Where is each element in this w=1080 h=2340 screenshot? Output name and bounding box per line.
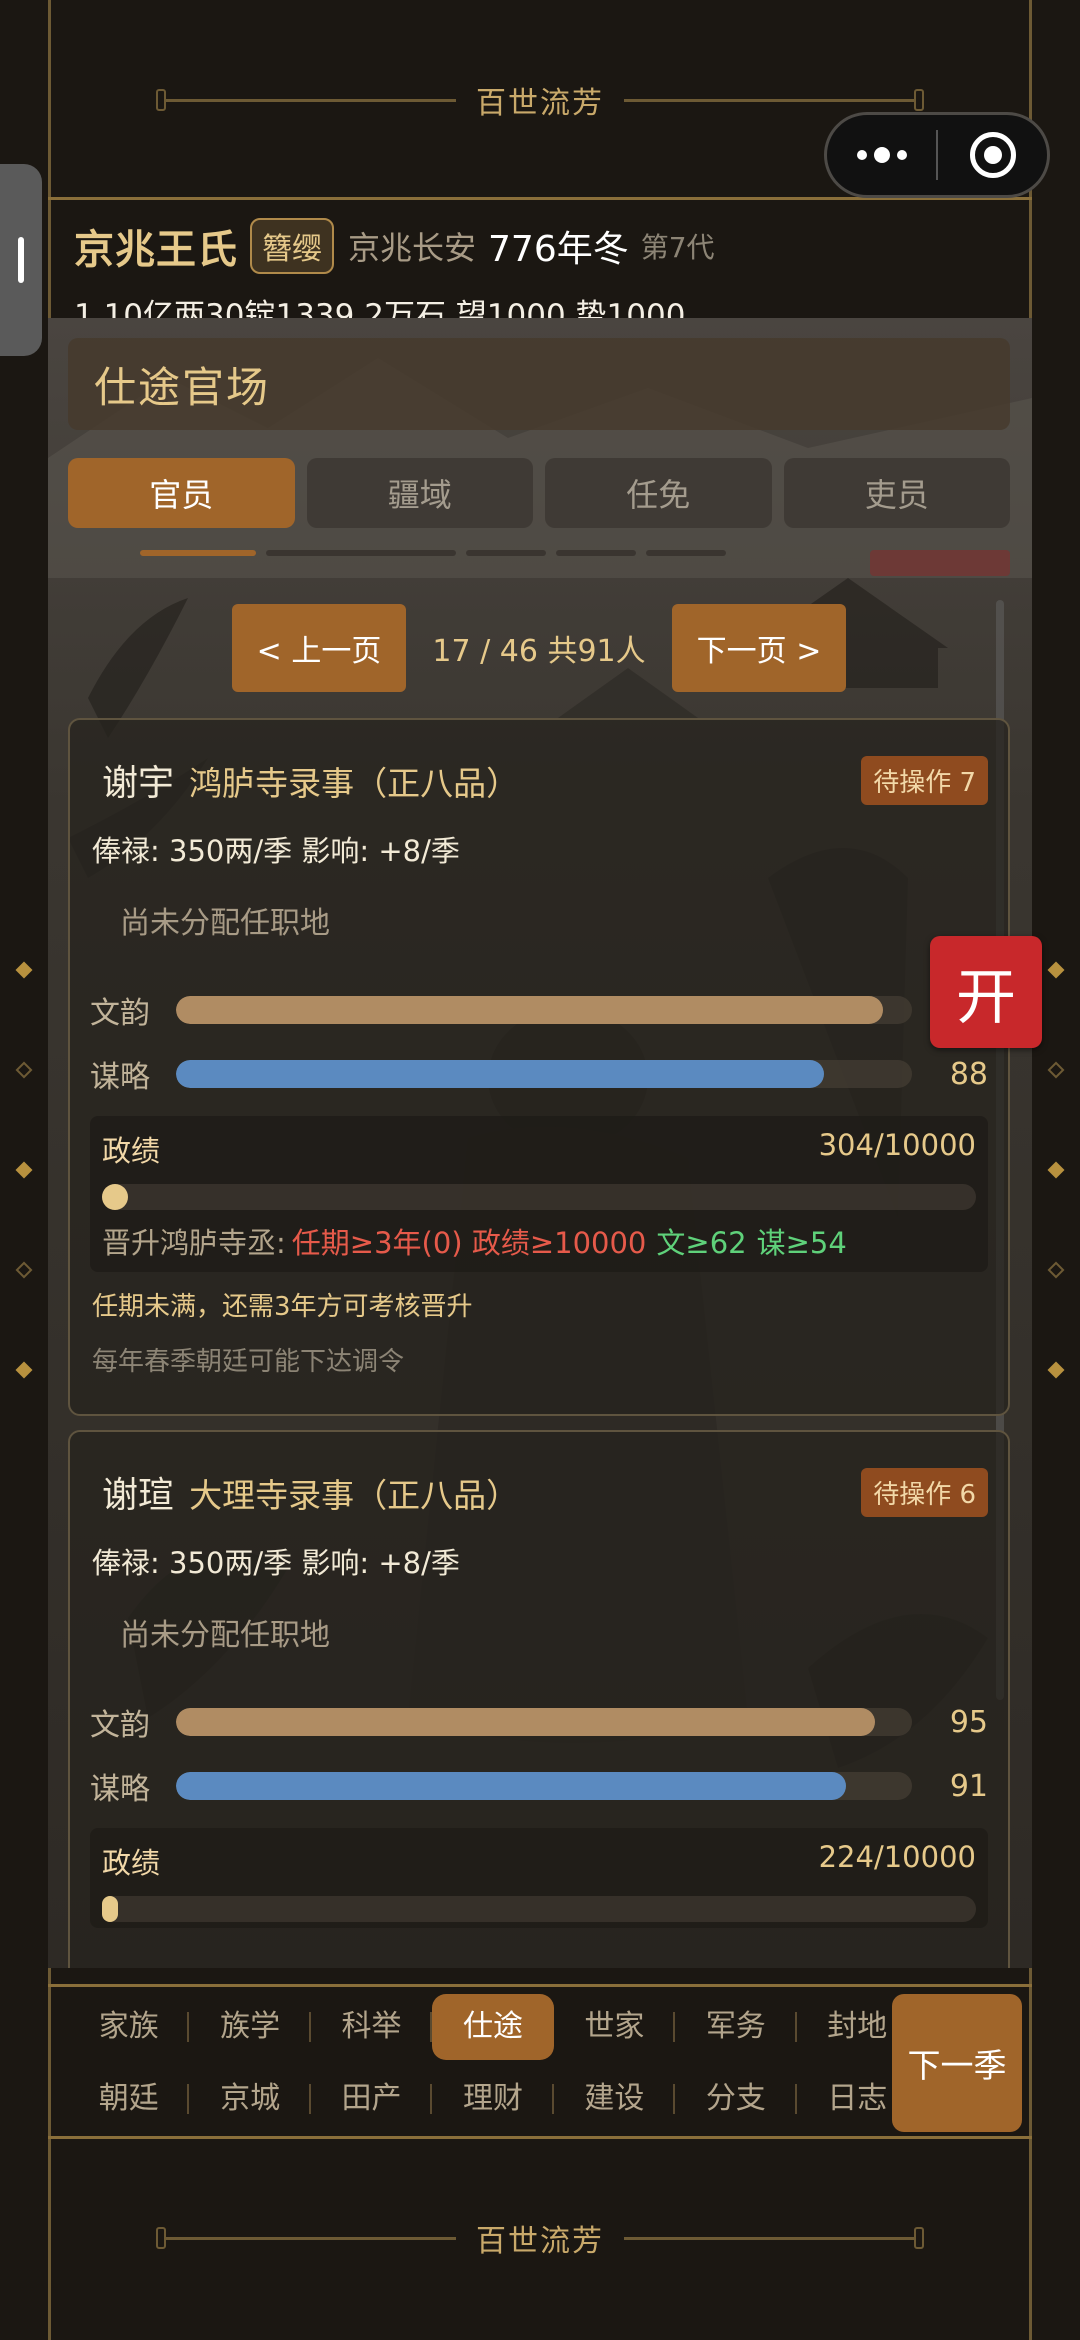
nav-item-branches[interactable]: 分支 xyxy=(675,2066,797,2132)
nav-item-exam[interactable]: 科举 xyxy=(311,1994,433,2060)
prev-page-button[interactable]: < 上一页 xyxy=(232,604,406,692)
tab-appointments[interactable]: 任免 xyxy=(545,458,772,528)
nav-item-military[interactable]: 军务 xyxy=(675,1994,797,2060)
nav-item-capital[interactable]: 京城 xyxy=(189,2066,312,2132)
stat-bar xyxy=(176,1772,912,1800)
merit-box: 政绩 304/10000 晋升鸿胪寺丞: 任期≥3年(0) 政绩≥10000 文≥6… xyxy=(90,1116,988,1272)
official-post: 大理寺录事（正八品） xyxy=(189,1476,520,1515)
stat-value: 95 xyxy=(949,1704,988,1740)
page-info: 17 / 46 共91人 xyxy=(432,634,646,669)
assignment-location: 尚未分配任职地 xyxy=(120,906,330,941)
panel-header: 仕途官场 xyxy=(68,338,1010,430)
bottom-nav: 家族 族学 科举 仕途 世家 军务 封地 朝廷 京城 田产 理财 建设 分支 日… xyxy=(48,1986,1032,2140)
bottom-banner: 百世流芳 xyxy=(48,2178,1032,2298)
merit-box: 政绩 224/10000 xyxy=(90,1828,988,1928)
stat-label: 文韵 xyxy=(90,1708,150,1743)
stat-value: 91 xyxy=(949,1768,988,1804)
generation: 第7代 xyxy=(640,231,715,264)
promotion-requirements: 晋升鸿胪寺丞: 任期≥3年(0) 政绩≥10000 文≥62 谋≥54 xyxy=(102,1226,847,1260)
panel-title: 仕途官场 xyxy=(94,362,271,412)
official-name: 谢宇 xyxy=(102,763,175,804)
family-place: 京兆长安 xyxy=(348,229,477,267)
tab-territory[interactable]: 疆域 xyxy=(306,458,533,528)
merit-label: 政绩 xyxy=(102,1134,161,1168)
nav-row-2: 朝廷 京城 田产 理财 建设 分支 日志 xyxy=(68,2066,918,2132)
stat-label: 文韵 xyxy=(90,996,150,1031)
nav-item-construction[interactable]: 建设 xyxy=(554,2066,676,2132)
nav-bottom-line xyxy=(48,2136,1032,2139)
pending-actions-badge[interactable]: 待操作 7 xyxy=(861,755,988,805)
stat-bar xyxy=(176,1708,912,1736)
nav-item-career[interactable]: 仕途 xyxy=(432,1994,554,2060)
more-icon[interactable] xyxy=(827,147,936,163)
right-ornament xyxy=(1041,920,1071,1420)
official-card[interactable]: 谢瑄 大理寺录事（正八品） 待操作 6 俸禄: 350两/季 影响: +8/季 … xyxy=(68,1430,1010,1968)
tab-officials[interactable]: 官员 xyxy=(68,458,295,528)
nav-item-family[interactable]: 家族 xyxy=(68,1994,190,2060)
nav-item-finance[interactable]: 理财 xyxy=(432,2066,555,2132)
banner-title: 百世流芳 xyxy=(476,2224,604,2259)
stat-row-mou: 谋略 88 xyxy=(90,1042,988,1106)
open-button[interactable]: 开 xyxy=(930,936,1042,1048)
nav-item-aristocracy[interactable]: 世家 xyxy=(554,1994,676,2060)
current-year: 776年冬 xyxy=(488,229,629,270)
rank-badge: 簪缨 xyxy=(250,218,334,274)
salary-info: 俸禄: 350两/季 影响: +8/季 xyxy=(92,834,460,868)
salary-info: 俸禄: 350两/季 影响: +8/季 xyxy=(92,1546,460,1580)
stat-bar xyxy=(176,1060,912,1088)
transfer-note: 每年春季朝廷可能下达调令 xyxy=(92,1347,405,1377)
merit-label: 政绩 xyxy=(102,1846,161,1880)
nav-item-estates[interactable]: 田产 xyxy=(311,2066,433,2132)
stat-bar xyxy=(176,996,912,1024)
official-name: 谢瑄 xyxy=(102,1475,175,1516)
pager: < 上一页 17 / 46 共91人 下一页 > xyxy=(232,604,846,692)
miniprogram-capsule xyxy=(824,112,1050,198)
stat-label: 谋略 xyxy=(90,1772,150,1807)
stat-value: 88 xyxy=(949,1056,988,1092)
stat-row-wen: 文韵 xyxy=(90,978,988,1042)
stat-row-mou: 谋略 91 xyxy=(90,1754,988,1818)
stat-row-wen: 文韵 95 xyxy=(90,1690,988,1754)
merit-progress xyxy=(102,1184,976,1210)
officialdom-panel: 仕途官场 官员 疆域 任免 吏员 < 上一页 17 / 46 共91人 下一页 … xyxy=(48,318,1032,1968)
nav-row-1: 家族 族学 科举 仕途 世家 军务 封地 xyxy=(68,1994,918,2060)
nav-item-court[interactable]: 朝廷 xyxy=(68,2066,190,2132)
official-card[interactable]: 谢宇 鸿胪寺录事（正八品） 待操作 7 俸禄: 350两/季 影响: +8/季 … xyxy=(68,718,1010,1416)
tab-indicators xyxy=(140,550,726,556)
merit-value: 224/10000 xyxy=(818,1840,976,1874)
nav-item-clan-school[interactable]: 族学 xyxy=(189,1994,312,2060)
banner-title: 百世流芳 xyxy=(476,86,604,121)
side-drawer-handle[interactable] xyxy=(0,164,42,356)
family-name: 京兆王氏 xyxy=(74,227,238,273)
official-post: 鸿胪寺录事（正八品） xyxy=(189,764,520,803)
next-season-button[interactable]: 下一季 xyxy=(892,1994,1022,2132)
next-page-button[interactable]: 下一页 > xyxy=(672,604,846,692)
assignment-location: 尚未分配任职地 xyxy=(120,1618,330,1653)
tab-bar: 官员 疆域 任免 吏员 xyxy=(68,458,1010,528)
close-miniprogram-icon[interactable] xyxy=(938,132,1047,178)
tenure-note: 任期未满，还需3年方可考核晋升 xyxy=(92,1292,473,1322)
merit-value: 304/10000 xyxy=(818,1128,976,1162)
stat-label: 谋略 xyxy=(90,1060,150,1095)
left-ornament xyxy=(9,920,39,1420)
family-header: 京兆王氏 簪缨 京兆长安 776年冬 第7代 1.10亿两30锭1339.2万石… xyxy=(74,218,1034,334)
tab-clerks[interactable]: 吏员 xyxy=(783,458,1010,528)
merit-progress xyxy=(102,1896,976,1922)
red-hint-strip xyxy=(870,550,1010,576)
pending-actions-badge[interactable]: 待操作 6 xyxy=(861,1467,988,1517)
